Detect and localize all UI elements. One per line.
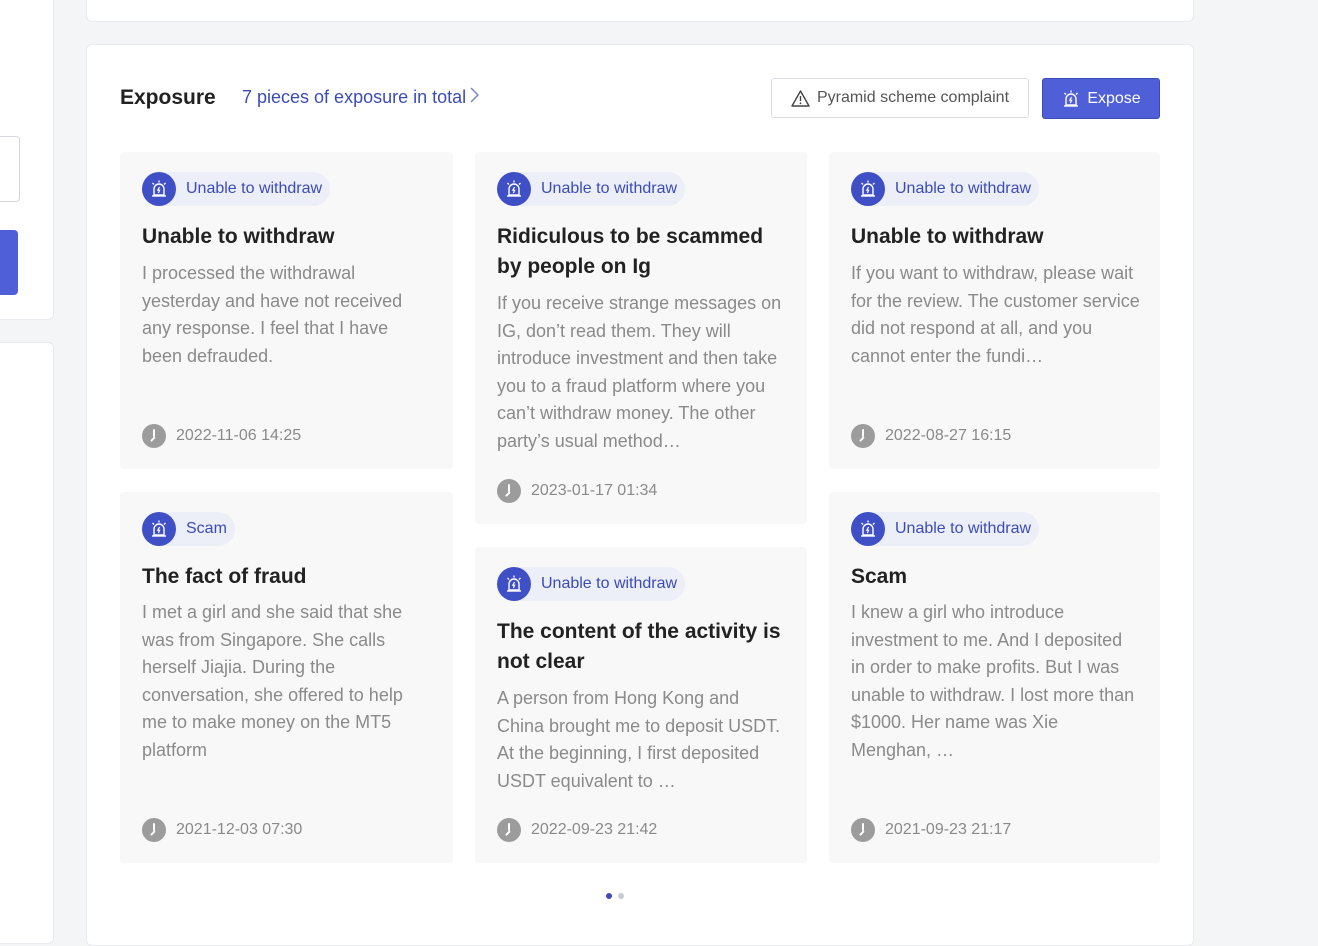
card-body: I processed the withdrawal yesterday and… xyxy=(142,263,403,366)
pyramid-complaint-button[interactable]: Pyramid scheme complaint xyxy=(771,78,1029,118)
clock-icon xyxy=(142,424,166,448)
card-body: I met a girl and she said that she was f… xyxy=(142,602,403,760)
card-time-label: 2022-09-23 21:42 xyxy=(531,821,658,838)
total-exposure-link[interactable]: 7 pieces of exposure in total xyxy=(242,87,480,108)
pagination-dot[interactable] xyxy=(618,893,624,899)
card-time-label: 2023-01-17 01:34 xyxy=(531,482,658,499)
clock-icon xyxy=(497,818,521,842)
section-title: Exposure xyxy=(120,86,216,109)
category-tag-label: Unable to withdraw xyxy=(541,180,678,197)
pagination-dots xyxy=(606,893,624,899)
expose-button[interactable]: Expose xyxy=(1042,78,1160,119)
category-tag: Scam xyxy=(142,512,235,546)
left-action-button[interactable] xyxy=(0,230,18,295)
exposure-card[interactable]: Unable to withdraw Unable to withdraw I … xyxy=(120,152,453,469)
card-title: Scam xyxy=(851,565,908,588)
category-tag-label: Unable to withdraw xyxy=(895,180,1032,197)
total-exposure-label: 7 pieces of exposure in total xyxy=(242,87,467,107)
category-tag-label: Unable to withdraw xyxy=(541,575,678,592)
previous-section-card xyxy=(86,0,1194,22)
category-tag-label: Scam xyxy=(186,520,227,537)
clock-icon xyxy=(497,479,521,503)
alarm-icon xyxy=(851,172,885,206)
card-title: Ridiculous to be scammed by people on Ig xyxy=(497,225,764,278)
alarm-icon xyxy=(142,512,176,546)
card-timestamp: 2022-11-06 14:25 xyxy=(142,424,301,448)
exposure-card[interactable]: Unable to withdraw Unable to withdraw If… xyxy=(829,152,1160,469)
card-title: The content of the activity is not clear xyxy=(497,620,781,673)
category-tag-label: Unable to withdraw xyxy=(186,180,323,197)
left-input-field[interactable] xyxy=(0,136,20,202)
card-timestamp: 2021-09-23 21:17 xyxy=(851,818,1011,842)
category-tag: Unable to withdraw xyxy=(851,172,1040,206)
exposure-card[interactable]: Scam The fact of fraud I met a girl and … xyxy=(120,492,453,863)
expose-label: Expose xyxy=(1087,89,1141,107)
exposure-card[interactable]: Unable to withdraw Ridiculous to be scam… xyxy=(475,152,807,524)
pagination-dot[interactable] xyxy=(606,893,612,899)
warning-triangle-icon xyxy=(791,89,810,107)
card-time-label: 2021-09-23 21:17 xyxy=(885,821,1012,838)
clock-icon xyxy=(851,424,875,448)
left-panel-card-lower xyxy=(0,342,54,944)
card-body: I knew a girl who introduce investment t… xyxy=(851,602,1135,760)
card-body: If you want to withdraw, please wait for… xyxy=(851,263,1140,366)
category-tag: Unable to withdraw xyxy=(851,512,1040,546)
chevron-right-icon xyxy=(470,87,480,108)
card-body: If you receive strange messages on IG, d… xyxy=(497,293,782,451)
clock-icon xyxy=(142,818,166,842)
clock-icon xyxy=(851,818,875,842)
card-title: Unable to withdraw xyxy=(142,225,335,248)
alarm-icon xyxy=(1064,90,1079,107)
card-title: The fact of fraud xyxy=(142,565,307,588)
category-tag: Unable to withdraw xyxy=(497,172,686,206)
alarm-icon xyxy=(851,512,885,546)
exposure-card[interactable]: Unable to withdraw Scam I knew a girl wh… xyxy=(829,492,1160,863)
card-time-label: 2022-08-27 16:15 xyxy=(885,427,1012,444)
card-time-label: 2022-11-06 14:25 xyxy=(176,427,302,444)
card-timestamp: 2022-08-27 16:15 xyxy=(851,424,1011,448)
alarm-icon xyxy=(142,172,176,206)
category-tag: Unable to withdraw xyxy=(497,567,686,601)
card-time-label: 2021-12-03 07:30 xyxy=(176,821,303,838)
category-tag: Unable to withdraw xyxy=(142,172,331,206)
alarm-icon xyxy=(497,567,531,601)
card-title: Unable to withdraw xyxy=(851,225,1044,248)
alarm-icon xyxy=(497,172,531,206)
card-body: A person from Hong Kong and China brough… xyxy=(497,688,781,791)
card-timestamp: 2022-09-23 21:42 xyxy=(497,818,657,842)
card-timestamp: 2021-12-03 07:30 xyxy=(142,818,302,842)
exposure-card[interactable]: Unable to withdraw The content of the ac… xyxy=(475,547,807,863)
category-tag-label: Unable to withdraw xyxy=(895,520,1032,537)
pyramid-complaint-label: Pyramid scheme complaint xyxy=(816,89,1010,106)
card-timestamp: 2023-01-17 01:34 xyxy=(497,479,657,503)
